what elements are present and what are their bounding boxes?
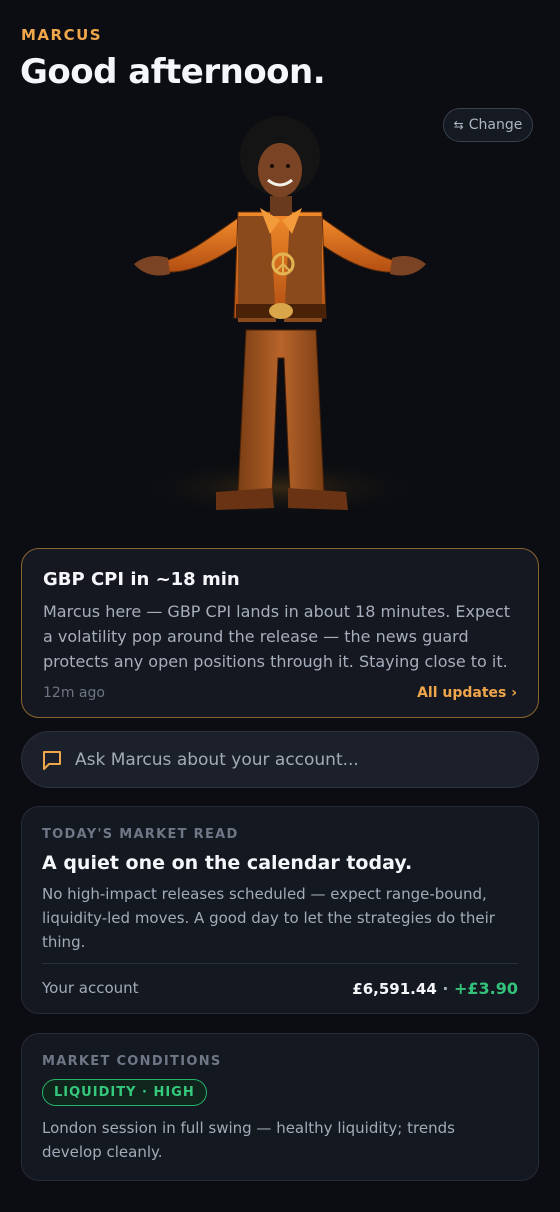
ask-input-placeholder: Ask Marcus about your account...: [75, 749, 359, 770]
liquidity-status-badge: LIQUIDITY · HIGH: [42, 1079, 207, 1106]
market-conditions-card: MARKET CONDITIONS LIQUIDITY · HIGH Londo…: [21, 1033, 539, 1181]
account-label: Your account: [42, 979, 139, 997]
balance-separator: ·: [436, 978, 454, 998]
account-daily-change: +£3.90: [453, 978, 518, 998]
assistant-name-label: MARCUS: [21, 26, 103, 44]
update-title: GBP CPI in ~18 min: [43, 569, 240, 590]
swap-icon: ⇆: [453, 118, 464, 132]
marcus-character-illustration: [130, 116, 430, 518]
account-balance: £6,591.44: [352, 979, 437, 998]
market-read-body: No high-impact releases scheduled — expe…: [42, 885, 495, 951]
chat-bubble-icon: [43, 750, 61, 770]
update-body: Marcus here — GBP CPI lands in about 18 …: [43, 602, 511, 671]
account-summary-row[interactable]: Your account £6,591.44 · +£3.90: [42, 964, 518, 1012]
change-button-label: Change: [468, 117, 523, 133]
market-conditions-label: MARKET CONDITIONS: [42, 1054, 222, 1069]
all-updates-link[interactable]: All updates ›: [417, 685, 517, 701]
update-timestamp: 12m ago: [43, 685, 105, 701]
market-read-card: TODAY'S MARKET READ A quiet one on the c…: [21, 806, 539, 1014]
change-character-button[interactable]: ⇆ Change: [443, 108, 533, 142]
market-conditions-body: London session in full swing — healthy l…: [42, 1119, 455, 1161]
greeting-title: Good afternoon.: [20, 52, 326, 92]
account-balance-group: £6,591.44 · +£3.90: [352, 979, 518, 998]
cpi-update-card[interactable]: GBP CPI in ~18 min Marcus here — GBP CPI…: [21, 548, 539, 718]
ask-marcus-input[interactable]: Ask Marcus about your account...: [21, 731, 539, 788]
update-footer: 12m ago All updates ›: [43, 685, 517, 701]
market-read-label: TODAY'S MARKET READ: [42, 827, 239, 842]
market-read-title: A quiet one on the calendar today.: [42, 852, 413, 874]
